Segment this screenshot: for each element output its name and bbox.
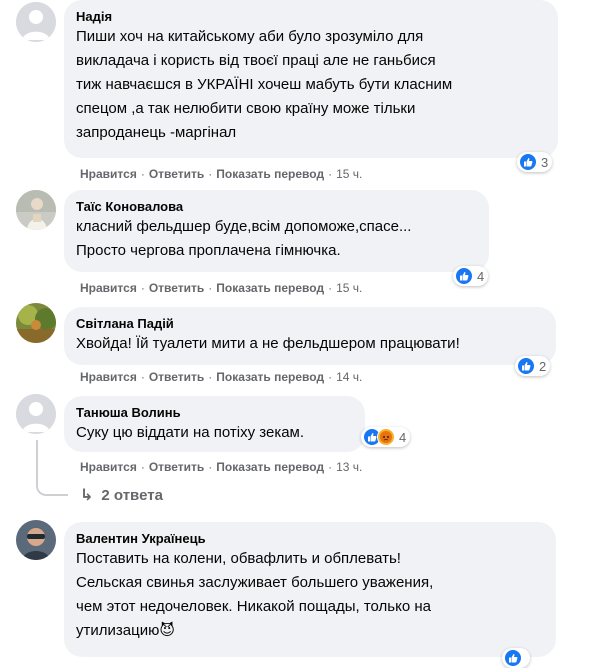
comment-actions: Нравится · Ответить · Показать перевод · 13 ч. (80, 460, 363, 474)
reaction-count[interactable] (502, 648, 530, 668)
comment-author[interactable]: Танюша Волинь (76, 404, 353, 421)
reaction-count[interactable]: 3 (517, 152, 553, 172)
avatar-svitlana[interactable] (16, 303, 56, 343)
reply-link[interactable]: Ответить (149, 167, 204, 181)
translate-link[interactable]: Показать перевод (216, 167, 324, 181)
comment-author[interactable]: Таїс Коновалова (76, 198, 477, 215)
avatar-valentyn[interactable] (16, 520, 56, 560)
comment-time[interactable]: 15 ч. (336, 281, 362, 295)
reaction-count-value: 4 (399, 429, 407, 445)
view-replies-link[interactable]: ↳ 2 ответа (80, 485, 163, 505)
comment-time[interactable]: 13 ч. (336, 460, 362, 474)
thread-connector (36, 472, 68, 496)
comment-time[interactable]: 14 ч. (336, 370, 362, 384)
comment-text: Поставить на колени, обвафлить и обплева… (76, 550, 434, 639)
comment-text: Хвойда! Їй туалети мити а не фельдшером … (76, 335, 460, 352)
reply-link[interactable]: Ответить (149, 281, 204, 295)
reply-link[interactable]: Ответить (149, 370, 204, 384)
comment-actions: Нравится · Ответить · Показать перевод · 15 ч. (80, 281, 363, 295)
default-avatar-icon (16, 394, 56, 434)
reaction-count-value: 3 (541, 154, 549, 170)
comment-text: Пиши хоч на китайському аби було зрозумі… (76, 28, 453, 141)
reaction-count-value: 2 (539, 358, 547, 374)
like-icon (504, 649, 522, 667)
reply-arrow-icon: ↳ (80, 487, 94, 504)
reaction-count[interactable]: 4 (453, 266, 489, 286)
like-icon (519, 153, 537, 171)
comment-bubble: Надія Пиши хоч на китайському аби було з… (64, 0, 558, 158)
profile-photo-icon (16, 190, 56, 230)
profile-photo-icon (16, 303, 56, 343)
comment-bubble: Світлана Падій Хвойда! Їй туалети мити а… (64, 307, 556, 365)
default-avatar-icon (16, 2, 56, 42)
translate-link[interactable]: Показать перевод (216, 460, 324, 474)
like-link[interactable]: Нравится (80, 460, 137, 474)
comment-text: Суку цю віддати на потіху зекам. (76, 424, 305, 441)
comment-author[interactable]: Світлана Падій (76, 315, 544, 332)
reply-link[interactable]: Ответить (149, 460, 204, 474)
like-link[interactable]: Нравится (80, 281, 137, 295)
angry-icon (377, 428, 395, 446)
comment-bubble: Таїс Коновалова класний фельдшер буде,вс… (64, 190, 489, 272)
avatar-tais[interactable] (16, 190, 56, 230)
like-icon (517, 357, 535, 375)
profile-photo-icon (16, 520, 56, 560)
view-replies-label: 2 ответа (101, 486, 163, 504)
reaction-count[interactable]: 2 (515, 356, 551, 376)
comment-actions: Нравится · Ответить · Показать перевод · 15 ч. (80, 167, 363, 181)
avatar-default[interactable] (16, 2, 56, 42)
like-icon (455, 267, 473, 285)
translate-link[interactable]: Показать перевод (216, 370, 324, 384)
comment-time[interactable]: 15 ч. (336, 167, 362, 181)
comment-text: класний фельдшер буде,всім допоможе,спас… (76, 218, 412, 259)
translate-link[interactable]: Показать перевод (216, 281, 324, 295)
like-link[interactable]: Нравится (80, 370, 137, 384)
like-link[interactable]: Нравится (80, 167, 137, 181)
comment-actions: Нравится · Ответить · Показать перевод · 14 ч. (80, 370, 363, 384)
comment-author[interactable]: Валентин Українець (76, 530, 544, 547)
reaction-count[interactable]: 4 (361, 427, 411, 447)
comment-bubble: Валентин Українець Поставить на колени, … (64, 522, 556, 657)
comment-author[interactable]: Надія (76, 8, 546, 25)
reaction-count-value: 4 (477, 268, 485, 284)
avatar-default[interactable] (16, 394, 56, 434)
comment-bubble: Танюша Волинь Суку цю віддати на потіху … (64, 396, 365, 452)
